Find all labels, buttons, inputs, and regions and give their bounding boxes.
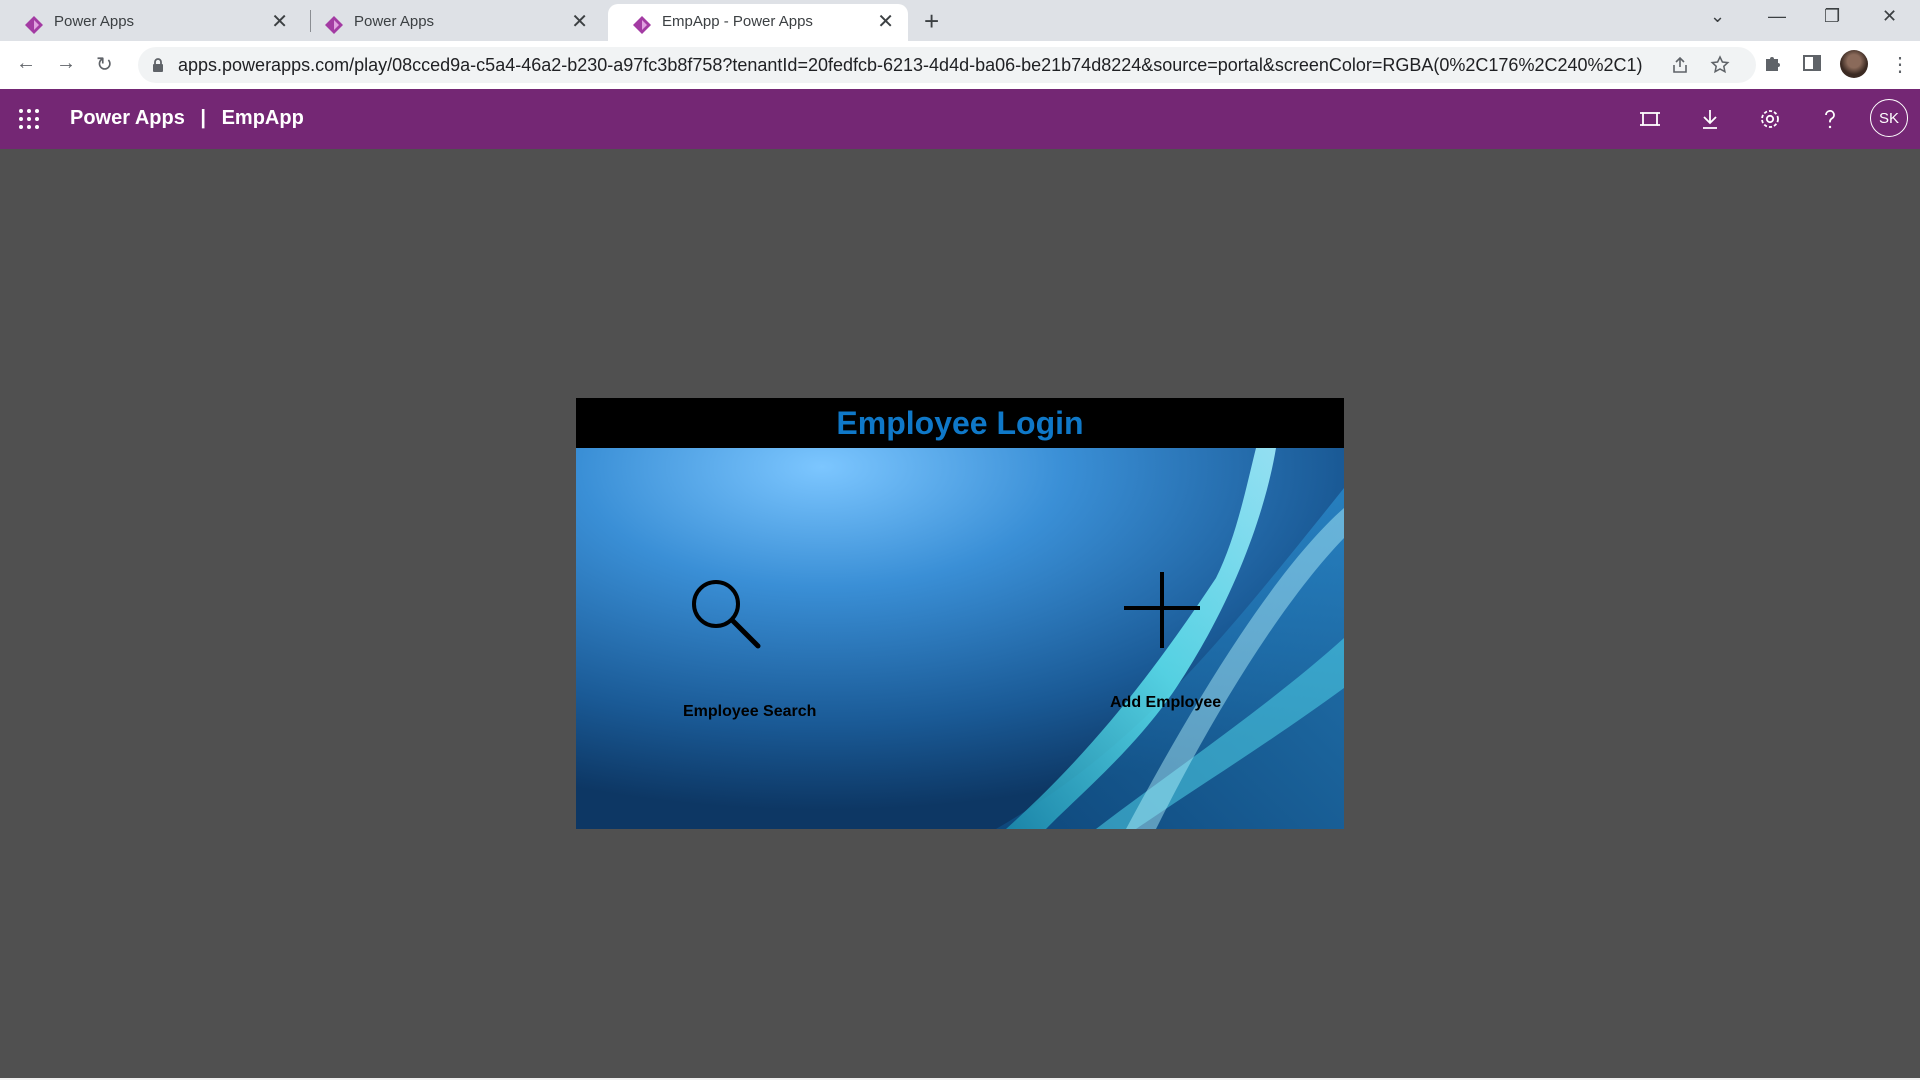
browser-tab-strip: Power Apps ✕ Power Apps ✕ EmpApp - Power… <box>0 0 1920 41</box>
power-apps-header: Power Apps | EmpApp SK <box>0 89 1920 149</box>
search-icon[interactable] <box>686 574 766 654</box>
browser-tab-2[interactable]: Power Apps ✕ <box>300 4 602 41</box>
tab-close-icon[interactable]: ✕ <box>877 12 894 32</box>
employee-search-label[interactable]: Employee Search <box>683 703 816 721</box>
url-text: apps.powerapps.com/play/08cced9a-c5a4-46… <box>178 55 1643 75</box>
power-apps-favicon-icon <box>633 16 651 34</box>
extensions-icon[interactable] <box>1762 53 1782 73</box>
close-window-icon[interactable]: ✕ <box>1882 6 1897 27</box>
browser-tab-3[interactable]: EmpApp - Power Apps ✕ <box>608 4 908 41</box>
tab-close-icon[interactable]: ✕ <box>271 12 288 32</box>
back-icon[interactable]: ← <box>16 52 36 75</box>
tab-search-chevron-icon[interactable]: ⌄ <box>1710 6 1725 27</box>
reload-icon[interactable]: ↻ <box>96 52 113 77</box>
forward-icon[interactable]: → <box>56 52 76 75</box>
browser-tab-1[interactable]: Power Apps ✕ <box>0 4 302 41</box>
title-separator: | <box>200 107 207 129</box>
product-name: Power Apps <box>70 107 185 129</box>
bookmark-star-icon[interactable] <box>1710 55 1730 75</box>
tab-title: Power Apps <box>354 13 435 30</box>
add-employee-label[interactable]: Add Employee <box>1110 694 1221 712</box>
new-tab-icon[interactable]: + <box>924 6 939 36</box>
restore-icon[interactable]: ❐ <box>1824 6 1840 27</box>
tab-title: Power Apps <box>54 13 135 30</box>
power-apps-favicon-icon <box>325 16 343 34</box>
browser-toolbar: ← → ↻ apps.powerapps.com/play/08cced9a-c… <box>0 41 1920 90</box>
tab-close-icon[interactable]: ✕ <box>571 12 588 32</box>
add-icon[interactable] <box>1122 570 1202 650</box>
power-apps-favicon-icon <box>25 16 43 34</box>
app-launcher-icon[interactable] <box>18 108 40 130</box>
share-icon[interactable] <box>1670 55 1690 75</box>
address-bar[interactable]: apps.powerapps.com/play/08cced9a-c5a4-46… <box>138 47 1756 83</box>
tab-title: EmpApp - Power Apps <box>662 13 813 30</box>
profile-avatar[interactable] <box>1840 50 1868 78</box>
download-icon[interactable] <box>1698 107 1722 131</box>
settings-icon[interactable] <box>1758 107 1782 131</box>
help-icon[interactable] <box>1818 107 1842 131</box>
user-avatar[interactable]: SK <box>1870 99 1908 137</box>
more-menu-icon[interactable]: ⋮ <box>1890 52 1910 77</box>
app-name: EmpApp <box>221 107 304 129</box>
screen-title: Employee Login <box>576 398 1344 448</box>
app-canvas: Employee Login Employee Search Add Emplo… <box>576 398 1344 829</box>
app-title: Power Apps | EmpApp <box>70 107 304 130</box>
side-panel-icon[interactable] <box>1802 53 1822 73</box>
minimize-icon[interactable]: — <box>1768 6 1786 27</box>
lock-icon <box>153 58 163 72</box>
fit-to-screen-icon[interactable] <box>1638 107 1662 131</box>
